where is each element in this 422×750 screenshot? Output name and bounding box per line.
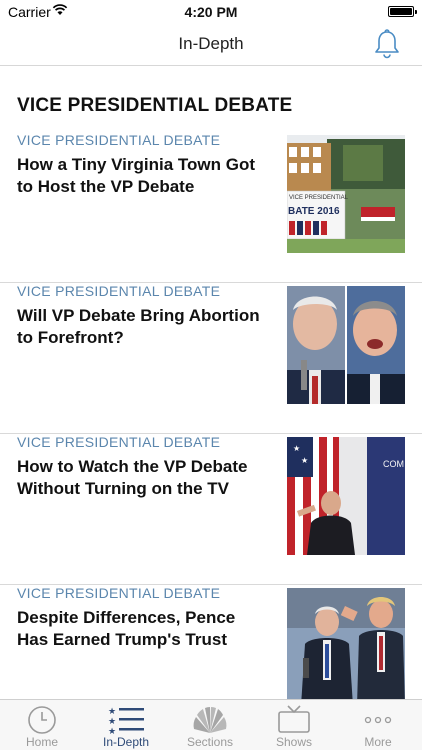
story-kicker[interactable]: VICE PRESIDENTIAL DEBATE (17, 283, 220, 299)
story-card[interactable]: VICE PRESIDENTIAL DEBATE Despite Differe… (0, 585, 422, 699)
svg-text:★: ★ (108, 706, 116, 716)
candidates-photo (287, 286, 405, 404)
tab-bar: Home ★ ★ ★ In-Depth Sections Shows More (0, 699, 422, 750)
clock-icon (28, 706, 56, 734)
svg-text:★: ★ (293, 444, 300, 453)
story-kicker[interactable]: VICE PRESIDENTIAL DEBATE (17, 585, 220, 601)
story-kicker[interactable]: VICE PRESIDENTIAL DEBATE (17, 132, 220, 148)
story-thumbnail[interactable] (287, 286, 405, 404)
navigation-bar: In-Depth (0, 22, 422, 66)
svg-text:★: ★ (301, 456, 308, 465)
story-thumbnail[interactable] (287, 588, 405, 699)
peacock-icon (193, 707, 227, 733)
tab-home[interactable]: Home (0, 700, 84, 750)
bell-icon[interactable] (372, 28, 402, 60)
sign-text: VICE PRESIDENTIAL (289, 195, 349, 201)
clock-time: 4:20 PM (184, 4, 238, 20)
banner-text: COM PRESI DE (383, 459, 405, 469)
story-kicker[interactable]: VICE PRESIDENTIAL DEBATE (17, 434, 220, 450)
story-headline[interactable]: How a Tiny Virginia Town Got to Host the… (17, 154, 267, 198)
status-bar: Carrier 4:20 PM (0, 0, 422, 22)
tab-label: In-Depth (102, 735, 150, 749)
battery-icon (388, 6, 417, 17)
story-card[interactable]: VICE PRESIDENTIAL DEBATE How a Tiny Virg… (0, 132, 422, 283)
star-list-icon: ★ ★ ★ (108, 706, 144, 735)
tab-label: More (364, 735, 392, 749)
story-card[interactable]: VICE PRESIDENTIAL DEBATE How to Watch th… (0, 434, 422, 585)
debate-stage-photo: ★ ★ COM PRESI DE (287, 437, 405, 555)
ellipsis-icon (364, 716, 392, 724)
tab-label: Sections (186, 735, 234, 749)
svg-text:★: ★ (108, 726, 116, 735)
story-headline[interactable]: Despite Differences, Pence Has Earned Tr… (17, 607, 267, 651)
debate-venue-photo: VICE PRESIDENTIAL BATE 2016 (287, 135, 405, 253)
tab-label: Home (25, 735, 58, 749)
tv-icon (278, 705, 310, 733)
story-headline[interactable]: Will VP Debate Bring Abortion to Forefro… (17, 305, 267, 349)
tab-sections[interactable]: Sections (168, 700, 252, 750)
sign-year: BATE 2016 (288, 206, 340, 217)
story-thumbnail[interactable]: ★ ★ COM PRESI DE (287, 437, 405, 555)
story-card[interactable]: VICE PRESIDENTIAL DEBATE Will VP Debate … (0, 283, 422, 434)
pence-trump-photo (287, 588, 405, 699)
tab-in-depth[interactable]: ★ ★ ★ In-Depth (84, 700, 168, 750)
tab-more[interactable]: More (336, 700, 420, 750)
tab-label: Shows (275, 735, 313, 749)
story-feed: VICE PRESIDENTIAL DEBATE VICE PRESIDENTI… (0, 67, 422, 699)
story-thumbnail[interactable]: VICE PRESIDENTIAL BATE 2016 (287, 135, 405, 253)
section-heading: VICE PRESIDENTIAL DEBATE (17, 95, 293, 116)
story-headline[interactable]: How to Watch the VP Debate Without Turni… (17, 456, 267, 500)
tab-shows[interactable]: Shows (252, 700, 336, 750)
page-title: In-Depth (178, 34, 244, 53)
svg-text:★: ★ (108, 716, 116, 726)
